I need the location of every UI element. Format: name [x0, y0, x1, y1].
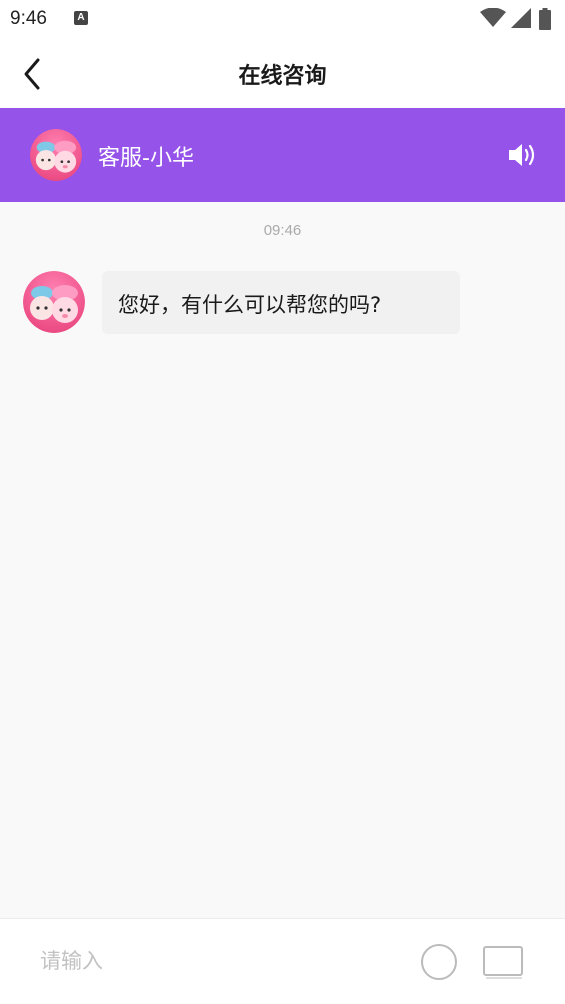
emoji-icon	[421, 944, 457, 980]
agent-name: 客服-小华	[98, 146, 194, 171]
chat-area[interactable]: 09:46 您好，有什么可以帮您的吗?	[0, 202, 565, 918]
message-input[interactable]	[30, 939, 390, 983]
status-time: 9:46	[10, 8, 47, 29]
emoji-button[interactable]	[420, 943, 458, 981]
speaker-button[interactable]	[507, 141, 539, 169]
battery-icon	[539, 8, 551, 30]
nav-bar: 在线咨询	[0, 38, 565, 108]
page-title: 在线咨询	[238, 64, 327, 89]
wifi-icon	[480, 8, 506, 27]
message-text: 您好，有什么可以帮您的吗?	[118, 293, 382, 317]
cartoon-avatar-icon	[30, 129, 82, 181]
speaker-icon	[509, 144, 535, 166]
agent-header: 客服-小华	[0, 108, 565, 202]
panel-icon	[483, 946, 523, 979]
message-timestamp: 09:46	[263, 222, 302, 239]
status-bar: 9:46 A	[0, 0, 565, 38]
signal-icon	[511, 8, 531, 28]
input-bar	[0, 918, 565, 1004]
more-button[interactable]	[482, 945, 526, 981]
agent-avatar[interactable]	[30, 129, 82, 181]
notification-badge: A	[74, 11, 88, 25]
message-avatar[interactable]	[23, 271, 85, 333]
message-bubble[interactable]: 您好，有什么可以帮您的吗?	[102, 271, 460, 334]
cartoon-avatar-icon	[23, 271, 85, 333]
